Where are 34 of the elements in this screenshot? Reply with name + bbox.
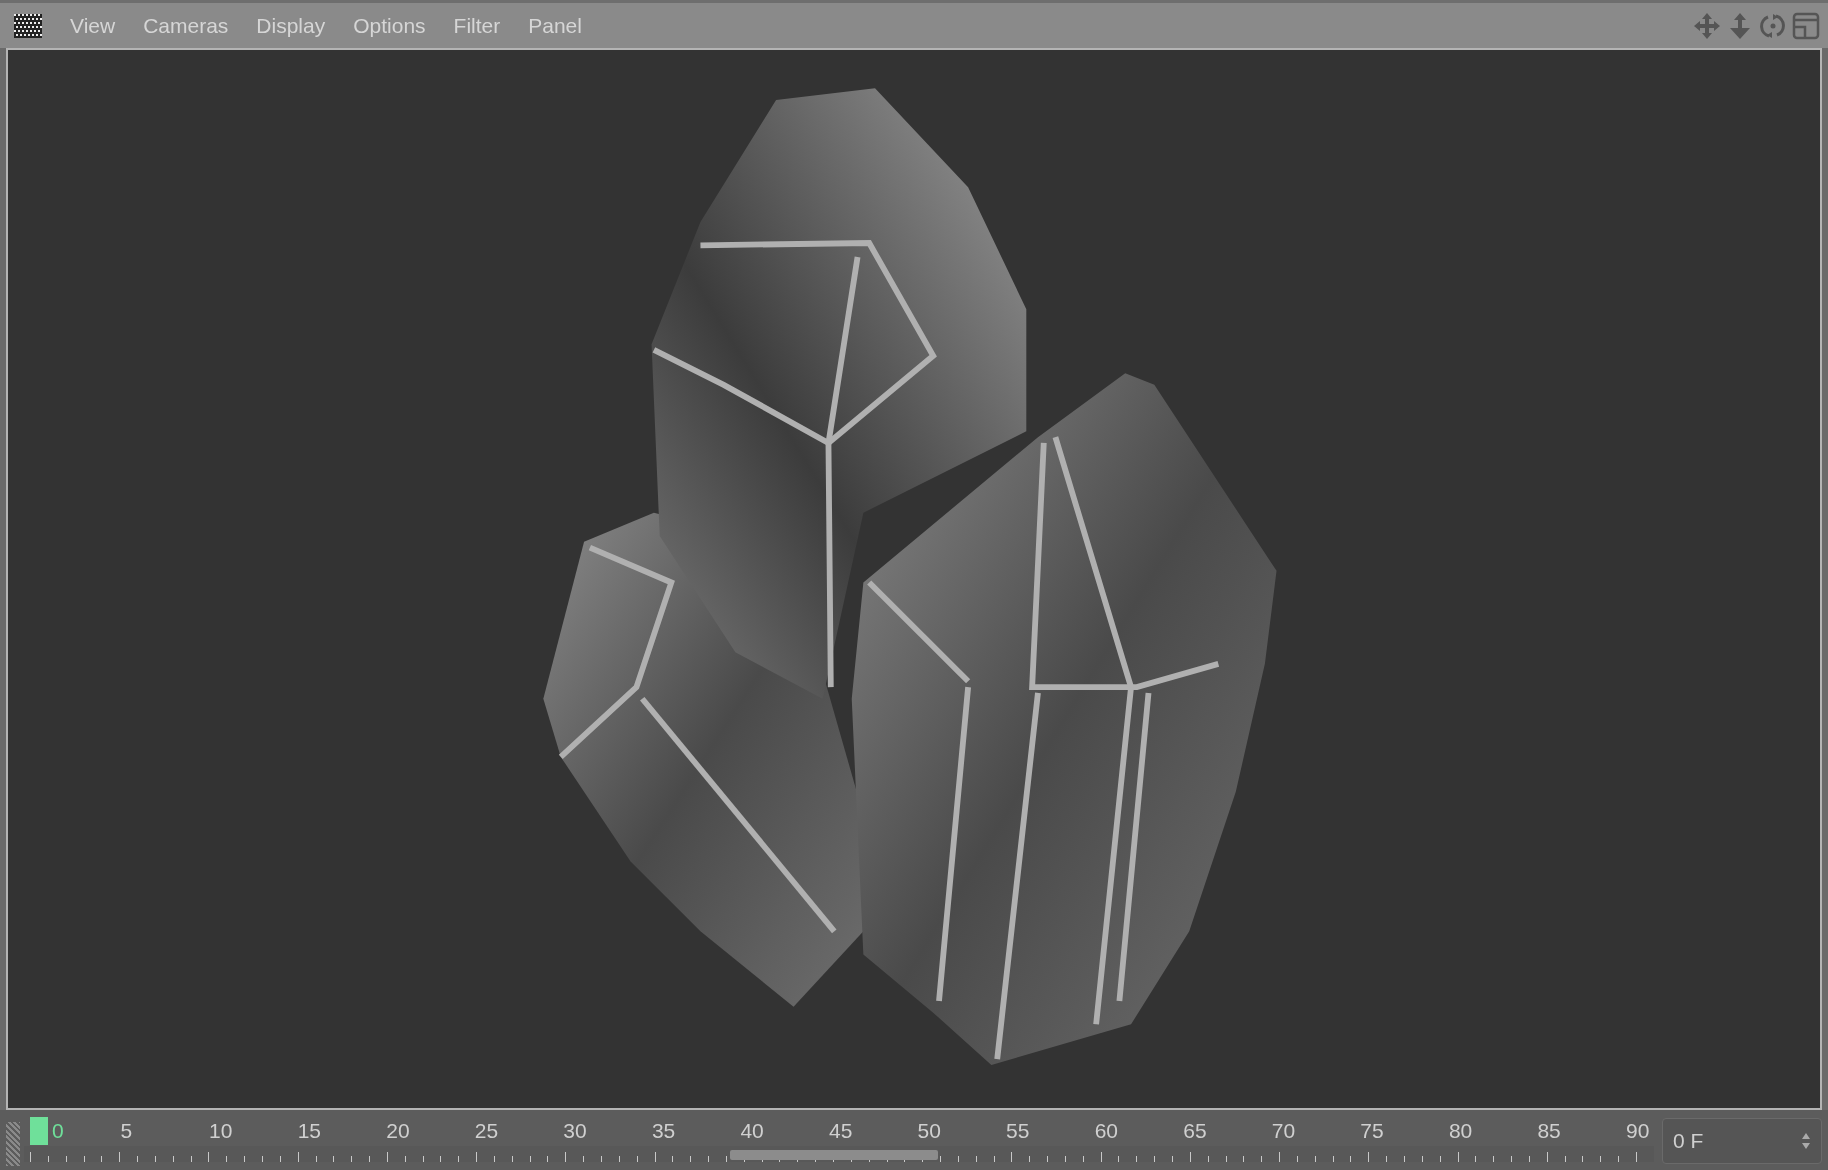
frame-label: 25 (473, 1119, 499, 1143)
rotate-icon[interactable] (1759, 11, 1787, 40)
frame-label: 65 (1182, 1119, 1207, 1143)
frame-label: 55 (1005, 1119, 1030, 1143)
frame-label: 20 (385, 1119, 410, 1143)
layout-icon[interactable] (1792, 11, 1820, 40)
frame-label: 45 (828, 1119, 853, 1143)
menu-item[interactable]: Options (339, 13, 440, 38)
preview-range-handle[interactable] (729, 1150, 939, 1160)
frame-label: 10 (208, 1119, 233, 1143)
menu-item[interactable]: Filter (439, 13, 515, 38)
frame-label: 75 (1359, 1119, 1384, 1143)
frame-label: 60 (1093, 1119, 1118, 1143)
frame-label: 5 (119, 1119, 133, 1143)
menu-item[interactable]: View (56, 13, 130, 38)
frame-label: 50 (916, 1119, 941, 1143)
frame-label: 70 (1270, 1119, 1296, 1143)
playhead-marker[interactable] (30, 1117, 48, 1145)
frame-label: 90 (1625, 1119, 1650, 1143)
frame-label: 0 (51, 1119, 64, 1143)
menu-item[interactable]: Panel (514, 13, 596, 38)
frame-label: 15 (296, 1119, 321, 1143)
menu-item[interactable]: Display (242, 13, 340, 38)
panel-grip[interactable] (6, 1122, 20, 1166)
grid-icon[interactable] (14, 13, 42, 38)
move-icon[interactable] (1693, 11, 1721, 40)
frame-label: 85 (1536, 1119, 1561, 1143)
frame-label: 40 (739, 1119, 764, 1143)
frame-field[interactable]: 0 F (1662, 1118, 1822, 1164)
menu-item[interactable]: Cameras (129, 13, 243, 38)
stepper-arrows-icon[interactable] (1801, 1131, 1811, 1151)
frame-label: 35 (650, 1119, 676, 1143)
frame-label: 30 (562, 1119, 587, 1143)
frame-label: 80 (1447, 1119, 1473, 1143)
